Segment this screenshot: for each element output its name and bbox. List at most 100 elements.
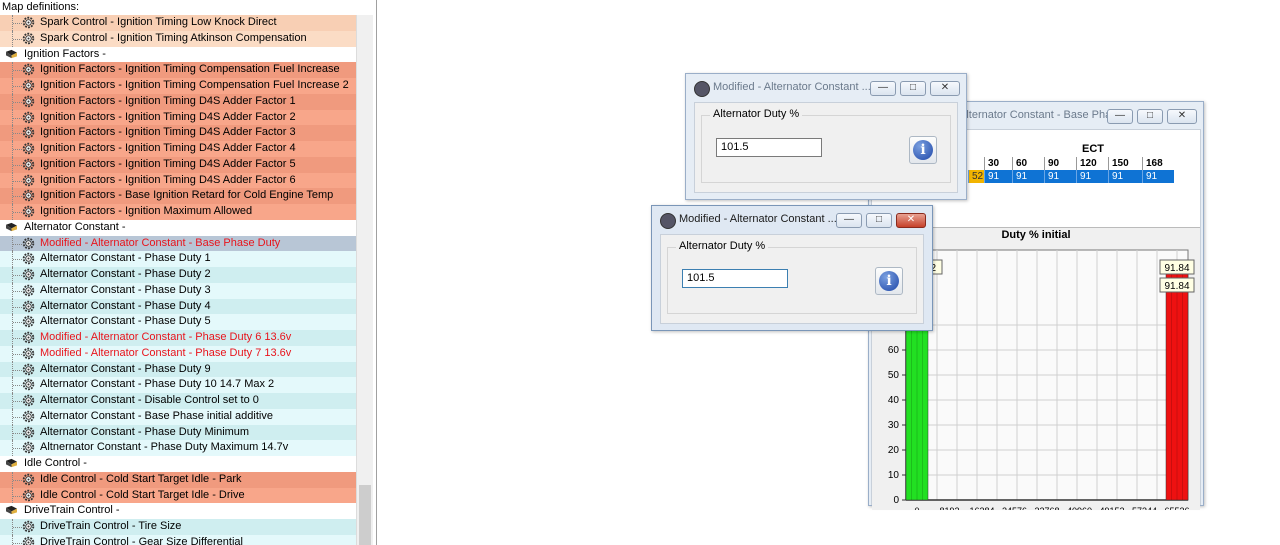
tree-connector-tick <box>13 275 22 276</box>
tree-item[interactable]: Modified - Alternator Constant - Base Ph… <box>0 235 356 252</box>
tree-item[interactable]: Alternator Constant - Phase Duty 10 14.7… <box>0 377 356 393</box>
minimize-button[interactable]: — <box>1107 109 1133 124</box>
map-gear-icon <box>22 426 35 439</box>
tree-item[interactable]: DriveTrain Control - Gear Size Different… <box>0 534 356 545</box>
bar-data-label: 91.84 <box>1164 263 1189 274</box>
tree-item-label: Modified - Alternator Constant - Phase D… <box>40 331 292 343</box>
minimize-button[interactable]: — <box>836 213 862 228</box>
tree-item[interactable]: Modified - Alternator Constant - Phase D… <box>0 345 356 362</box>
tree-connector-tick <box>13 542 22 544</box>
ect-header-cell: 60 <box>1012 157 1044 170</box>
map-definitions-panel: Map definitions: Spark Control - Ignitio… <box>0 0 377 545</box>
tree-group[interactable]: DriveTrain Control - <box>0 503 356 519</box>
tree-group[interactable]: Idle Control - <box>0 456 356 472</box>
tree-item[interactable]: Ignition Factors - Ignition Timing Compe… <box>0 62 356 78</box>
tree-item-label: Alternator Constant - Phase Duty 4 <box>40 299 211 312</box>
tree-scrollbar[interactable] <box>356 15 373 545</box>
tree-item[interactable]: Alternator Constant - Phase Duty 5 <box>0 314 356 330</box>
ect-value-cell[interactable]: 91 <box>1142 170 1174 183</box>
tree-item-label: Alternator Constant - Disable Control se… <box>40 394 259 406</box>
close-button[interactable]: ✕ <box>1167 109 1197 124</box>
tree-item[interactable]: Alternator Constant - Disable Control se… <box>0 393 356 409</box>
close-button[interactable]: ✕ <box>896 213 926 228</box>
tree-group[interactable]: Ignition Factors - <box>0 46 356 63</box>
tree-connector-tick <box>13 38 22 40</box>
tree-item[interactable]: Alternator Constant - Phase Duty 2 <box>0 267 356 283</box>
maximize-button[interactable]: □ <box>900 81 926 96</box>
info-button[interactable]: i <box>875 267 903 295</box>
bar-data-label: 91.84 <box>1164 281 1189 292</box>
tree-item[interactable]: Idle Control - Cold Start Target Idle - … <box>0 471 356 488</box>
scrollbar-thumb[interactable] <box>359 485 371 545</box>
tree-item[interactable]: Idle Control - Cold Start Target Idle - … <box>0 487 356 504</box>
map-gear-icon <box>22 63 35 76</box>
ect-value-cell[interactable]: 52 <box>968 170 984 183</box>
tree-item[interactable]: Spark Control - Ignition Timing Atkinson… <box>0 30 356 47</box>
map-gear-icon <box>22 489 35 502</box>
tree-connector-tick <box>13 290 22 292</box>
map-gear-icon <box>22 174 35 187</box>
tree-item[interactable]: Ignition Factors - Ignition Timing D4S A… <box>0 93 356 110</box>
tree-item[interactable]: Ignition Factors - Ignition Timing D4S A… <box>0 109 356 126</box>
minimize-button[interactable]: — <box>870 81 896 96</box>
tree-item[interactable]: Ignition Factors - Ignition Timing Compe… <box>0 78 356 94</box>
dialog-front-titlebar[interactable]: Modified - Alternator Constant ... — □ ✕ <box>652 206 932 234</box>
tree-item[interactable]: Ignition Factors - Ignition Maximum Allo… <box>0 204 356 220</box>
folder-book-icon <box>5 49 18 60</box>
tree-item[interactable]: Ignition Factors - Base Ignition Retard … <box>0 188 356 204</box>
tree-item[interactable]: Ignition Factors - Ignition Timing D4S A… <box>0 125 356 141</box>
map-gear-icon <box>22 79 35 92</box>
tree-item-label: Ignition Factors - Ignition Timing D4S A… <box>40 110 296 123</box>
ect-value-cell[interactable]: 91 <box>1012 170 1044 183</box>
alternator-duty-dialog-back: Modified - Alternator Constant ... — □ ✕… <box>685 73 967 200</box>
tree-item-label: Spark Control - Ignition Timing Atkinson… <box>40 31 307 44</box>
map-gear-icon <box>22 331 35 344</box>
y-tick-label: 0 <box>893 495 899 506</box>
info-icon: i <box>879 271 899 291</box>
map-gear-icon <box>22 300 35 313</box>
tree-item[interactable]: Spark Control - Ignition Timing Low Knoc… <box>0 15 356 31</box>
x-tick-label: 32768 <box>1034 506 1059 510</box>
tree-item[interactable]: Alternator Constant - Phase Duty 4 <box>0 298 356 315</box>
tree-item-label: Ignition Factors - Ignition Timing D4S A… <box>40 142 296 154</box>
tree-item[interactable]: Alternator Constant - Phase Duty 1 <box>0 251 356 267</box>
tree-item[interactable]: Ignition Factors - Ignition Timing D4S A… <box>0 141 356 157</box>
map-gear-icon <box>22 32 35 45</box>
tree-connector-tick <box>13 448 22 450</box>
tree-item[interactable]: Ignition Factors - Ignition Timing D4S A… <box>0 172 356 189</box>
tree-item[interactable]: Alternator Constant - Phase Duty 9 <box>0 361 356 378</box>
maximize-button[interactable]: □ <box>1137 109 1163 124</box>
x-tick-label: 16384 <box>969 506 994 510</box>
map-gear-icon <box>22 315 35 328</box>
map-gear-icon <box>22 536 35 545</box>
window-title: Modified - Alternator Constant ... <box>713 81 871 93</box>
ect-value-cell[interactable]: 91 <box>984 170 1012 183</box>
duty-value-input[interactable]: 101.5 <box>682 269 788 288</box>
duty-value-input[interactable]: 101.5 <box>716 138 822 157</box>
map-gear-icon <box>22 205 35 218</box>
info-button[interactable]: i <box>909 136 937 164</box>
tree-connector-tick <box>13 338 22 339</box>
ect-value-cell[interactable]: 91 <box>1108 170 1142 183</box>
tree-connector-tick <box>13 243 22 245</box>
map-gear-icon <box>22 189 35 202</box>
ect-value-cell[interactable]: 91 <box>1076 170 1108 183</box>
tree-item[interactable]: DriveTrain Control - Tire Size <box>0 519 356 535</box>
tree-item[interactable]: Ignition Factors - Ignition Timing D4S A… <box>0 156 356 173</box>
tree-connector-tick <box>13 401 22 402</box>
panel-title: Map definitions: <box>2 1 80 13</box>
tree-item[interactable]: Alternator Constant - Phase Duty Minimum <box>0 424 356 441</box>
tree-connector-tick <box>13 432 22 434</box>
tree-item[interactable]: Alternator Constant - Phase Duty 3 <box>0 282 356 299</box>
tree-group[interactable]: Alternator Constant - <box>0 219 356 236</box>
tree-item[interactable]: Alternator Constant - Base Phase initial… <box>0 408 356 425</box>
ect-value-cell[interactable]: 91 <box>1044 170 1076 183</box>
close-button[interactable]: ✕ <box>930 81 960 96</box>
maximize-button[interactable]: □ <box>866 213 892 228</box>
tree-connector-tick <box>13 117 22 119</box>
tree-item[interactable]: Altnernator Constant - Phase Duty Maximu… <box>0 440 356 456</box>
tree-connector-tick <box>13 495 22 497</box>
dialog-back-titlebar[interactable]: Modified - Alternator Constant ... — □ ✕ <box>686 74 966 102</box>
tree-item[interactable]: Modified - Alternator Constant - Phase D… <box>0 330 356 346</box>
tree-connector-tick <box>13 479 22 481</box>
